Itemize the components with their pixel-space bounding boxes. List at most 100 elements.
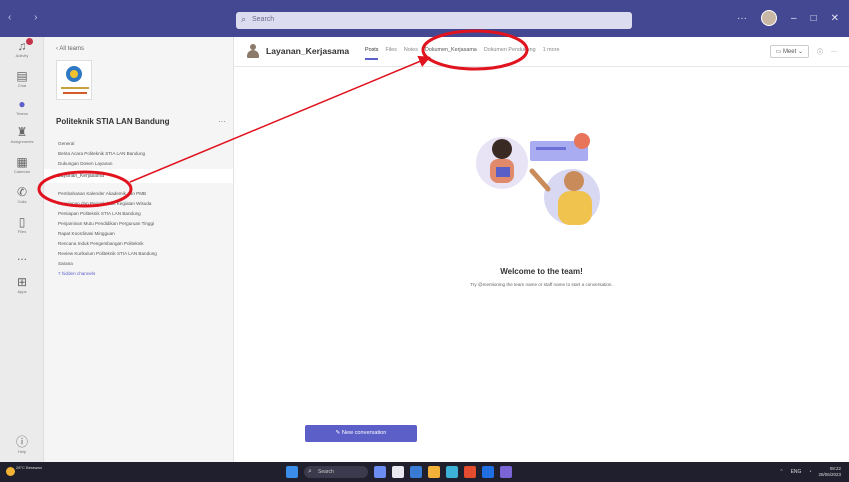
start-icon[interactable] xyxy=(286,466,298,478)
tab-files[interactable]: Files xyxy=(385,47,396,60)
rail-label: Calendar xyxy=(13,169,31,174)
channel-item[interactable]: Rencana Induk Pengembangan Politeknik xyxy=(44,239,233,249)
team-logo xyxy=(56,60,92,100)
more-options-icon[interactable]: ··· xyxy=(831,49,837,55)
chevron-up-icon[interactable]: ⌃ xyxy=(779,469,783,475)
task-view-icon[interactable] xyxy=(374,466,386,478)
channel-title: Layanan_Kerjasama xyxy=(266,46,350,56)
channel-avatar-icon xyxy=(246,44,260,58)
tab-more[interactable]: 1 more xyxy=(543,47,560,60)
rail-label: Activity xyxy=(15,53,29,58)
title-bar: ‹ › ⌕ Search ··· – □ ✕ xyxy=(0,0,849,37)
teams-chat-icon[interactable] xyxy=(500,466,512,478)
chrome-icon[interactable] xyxy=(464,466,476,478)
system-tray: ⌃ ENG ◔ 08:22 28/06/2023 xyxy=(779,466,841,478)
team-sidebar: ‹ All teams Politeknik STIA LAN Bandung … xyxy=(44,37,234,462)
help-icon: ⓘ xyxy=(15,435,28,449)
more-options-icon[interactable]: ··· xyxy=(737,13,747,24)
rail-activity[interactable]: ♫ Activity xyxy=(0,38,44,58)
channel-item[interactable]: Rapat Koordinasi Mingguan xyxy=(44,229,233,239)
clock-time: 08:22 xyxy=(829,466,841,471)
taskbar-search-label: Search xyxy=(318,469,334,475)
rail-more[interactable]: ... xyxy=(0,249,44,263)
logo-globe-icon xyxy=(66,66,82,82)
rail-label: Calls xyxy=(17,199,27,204)
clock[interactable]: 08:22 28/06/2023 xyxy=(818,466,841,478)
tab-notes[interactable]: Notes xyxy=(404,47,418,60)
maximize-icon[interactable]: □ xyxy=(811,13,817,24)
teams-icon: ● xyxy=(18,97,26,111)
app-rail: ♫ Activity ▤ Chat ● Teams ♜ Assignments … xyxy=(0,37,44,462)
search-input[interactable]: ⌕ Search xyxy=(236,12,632,29)
channel-item[interactable]: General xyxy=(44,139,233,149)
channel-item[interactable]: Penjaminan Mutu Pendidikan Perguruan Tin… xyxy=(44,219,233,229)
rail-files[interactable]: ▯ Files xyxy=(0,215,44,234)
store-icon[interactable] xyxy=(482,466,494,478)
close-icon[interactable]: ✕ xyxy=(831,13,839,24)
rail-label: Assignments xyxy=(10,139,34,144)
weather-widget[interactable]: 28°C Berawan xyxy=(16,465,42,470)
language-indicator[interactable]: ENG xyxy=(791,469,802,475)
team-more-options-icon[interactable]: ··· xyxy=(218,117,226,126)
rail-calls[interactable]: ✆ Calls xyxy=(0,185,44,204)
channel-item[interactable]: Review Kurikulum Politeknik STIA LAN Ban… xyxy=(44,249,233,259)
chat-icon: ▤ xyxy=(16,69,28,83)
teams-app-icon[interactable] xyxy=(410,466,422,478)
tab-dokumen-kerjasama[interactable]: Dokumen_Kerjasama xyxy=(425,47,477,60)
channel-list: General Berita Acara Politeknik STIA LAN… xyxy=(44,139,233,279)
tab-posts[interactable]: Posts xyxy=(365,47,379,60)
channel-item-selected[interactable]: Layanan_Kerjasama xyxy=(44,169,233,183)
rail-label: Files xyxy=(17,229,27,234)
channel-item[interactable]: Sarana xyxy=(44,259,233,269)
taskbar-apps: ⌕ Search xyxy=(286,466,512,478)
apps-icon: ⊞ xyxy=(16,275,28,289)
logo-stripe xyxy=(61,87,89,89)
chevron-down-icon: ⌄ xyxy=(797,49,803,55)
rail-label: Apps xyxy=(17,289,27,294)
rail-calendar[interactable]: ▦ Calendar xyxy=(0,155,44,174)
new-conversation-label: New conversation xyxy=(341,430,387,436)
team-name: Politeknik STIA LAN Bandung xyxy=(56,117,170,126)
edge-icon[interactable] xyxy=(446,466,458,478)
rail-help[interactable]: ⓘ Help xyxy=(0,435,44,454)
avatar[interactable] xyxy=(761,10,777,26)
nav-arrows-icon[interactable]: ‹ › xyxy=(8,12,47,23)
windows-taskbar: 28°C Berawan ⌕ Search ⌃ ENG ◔ 08:22 28/06… xyxy=(0,462,849,482)
channel-item[interactable]: Berita Acara Politeknik STIA LAN Bandung xyxy=(44,149,233,159)
rail-label: Teams xyxy=(16,111,28,116)
hidden-channels-link[interactable]: 7 hidden channels xyxy=(44,269,233,279)
channel-header: Layanan_Kerjasama Posts Files Notes Doku… xyxy=(234,37,849,67)
meet-button[interactable]: ▭ Meet ⌄ xyxy=(769,45,809,58)
minimize-icon[interactable]: – xyxy=(791,13,797,24)
rail-label: Chat xyxy=(17,83,27,88)
widgets-icon[interactable] xyxy=(392,466,404,478)
assignments-icon: ♜ xyxy=(16,125,28,139)
channel-item[interactable]: Pembahasan Kalender Akademik dan PMB xyxy=(44,189,233,199)
wifi-icon[interactable]: ◔ xyxy=(808,469,811,475)
tab-dokumen-pendukung[interactable]: Dokumen Pendukung xyxy=(484,47,536,60)
channel-main: Layanan_Kerjasama Posts Files Notes Doku… xyxy=(234,37,849,462)
rail-teams[interactable]: ● Teams xyxy=(0,97,44,116)
search-icon: ⌕ xyxy=(241,14,247,24)
file-icon: ▯ xyxy=(18,215,26,229)
channel-item[interactable]: Persiapan Politeknik STIA LAN Bandung xyxy=(44,209,233,219)
search-icon: ⌕ xyxy=(308,468,312,475)
rail-chat[interactable]: ▤ Chat xyxy=(0,69,44,88)
channel-tabs: Posts Files Notes Dokumen_Kerjasama Doku… xyxy=(365,47,559,60)
title-bar-controls: ··· – □ ✕ xyxy=(737,10,839,26)
bell-icon: ♫ xyxy=(17,39,27,53)
header-actions: ▭ Meet ⌄ ⓘ ··· xyxy=(769,45,837,58)
new-conversation-button[interactable]: ✎ New conversation xyxy=(305,425,417,442)
rail-apps[interactable]: ⊞ Apps xyxy=(0,275,44,294)
search-placeholder: Search xyxy=(252,16,275,23)
rail-assignments[interactable]: ♜ Assignments xyxy=(0,125,44,144)
back-to-teams-link[interactable]: ‹ All teams xyxy=(56,46,84,52)
more-icon: ... xyxy=(16,249,27,263)
welcome-title: Welcome to the team! xyxy=(500,267,583,276)
info-icon[interactable]: ⓘ xyxy=(817,47,823,56)
taskbar-search[interactable]: ⌕ Search xyxy=(304,466,368,478)
channel-item[interactable]: Dukungan Dosen Layanan xyxy=(44,159,233,169)
channel-item[interactable]: Penyiapan dan Pengelolaan Kegiatan Wisud… xyxy=(44,199,233,209)
file-explorer-icon[interactable] xyxy=(428,466,440,478)
welcome-subtitle: Try @mentioning the team name or staff n… xyxy=(470,282,613,287)
